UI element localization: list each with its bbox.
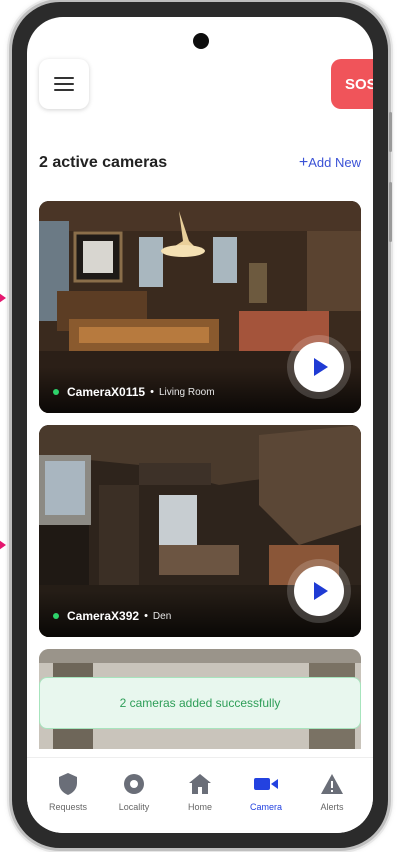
pointer-arrow-2 — [0, 535, 6, 555]
plus-icon: + — [298, 154, 309, 171]
toast-message: 2 cameras added successfully — [119, 696, 281, 710]
camera-room: Den — [152, 610, 172, 622]
phone-screen: SOS 2 active cameras +Add New CameraX011… — [27, 17, 373, 833]
nav-item-camera[interactable]: Camera — [236, 772, 296, 812]
play-button-ring — [287, 559, 351, 623]
pointer-arrow-1 — [0, 288, 6, 308]
front-camera-hole — [193, 33, 209, 49]
bottom-navigation: Requests Locality Home Camera Alerts — [27, 757, 373, 833]
cameras-header: 2 active cameras +Add New — [39, 151, 361, 175]
add-new-label: Add New — [308, 155, 361, 170]
camera-name: CameraX392 — [67, 609, 140, 623]
shield-icon — [58, 772, 78, 796]
play-icon — [314, 358, 328, 376]
camera-label: CameraX392 • Den — [53, 609, 171, 623]
camera-separator: • — [144, 610, 148, 622]
nav-item-alerts[interactable]: Alerts — [302, 772, 362, 812]
camera-name: CameraX0115 — [67, 385, 146, 399]
sos-label: SOS — [345, 75, 373, 93]
nav-item-locality[interactable]: Locality — [104, 772, 164, 812]
camera-separator: • — [150, 386, 154, 398]
phone-frame: SOS 2 active cameras +Add New CameraX011… — [12, 2, 392, 848]
camera-room: Living Room — [158, 386, 215, 398]
live-status-dot — [53, 389, 59, 395]
menu-button[interactable] — [39, 59, 89, 109]
nav-label: Requests — [48, 802, 88, 812]
nav-label: Home — [187, 802, 212, 812]
nav-label: Alerts — [320, 802, 344, 812]
sos-button[interactable]: SOS — [331, 59, 373, 109]
nav-item-home[interactable]: Home — [170, 772, 230, 812]
nav-label: Camera — [249, 802, 282, 812]
camera-label: CameraX0115 • Living Room — [53, 385, 215, 399]
nav-item-requests[interactable]: Requests — [38, 772, 98, 812]
play-button-ring — [287, 335, 351, 399]
camera-card[interactable]: CameraX392 • Den — [39, 425, 361, 637]
phone-power-button — [389, 182, 392, 242]
nav-label: Locality — [118, 802, 150, 812]
play-button[interactable] — [294, 342, 344, 392]
hamburger-icon — [54, 77, 74, 91]
success-toast: 2 cameras added successfully — [39, 677, 361, 729]
active-cameras-title: 2 active cameras — [39, 154, 168, 171]
phone-volume-button — [389, 112, 392, 152]
home-icon — [189, 772, 211, 796]
play-icon — [314, 582, 328, 600]
live-status-dot — [53, 613, 59, 619]
alert-icon — [321, 772, 343, 796]
add-new-button[interactable]: +Add New — [299, 154, 361, 172]
locality-icon — [123, 772, 145, 796]
camera-icon — [254, 772, 278, 796]
play-button[interactable] — [294, 566, 344, 616]
camera-card[interactable]: CameraX0115 • Living Room — [39, 201, 361, 413]
